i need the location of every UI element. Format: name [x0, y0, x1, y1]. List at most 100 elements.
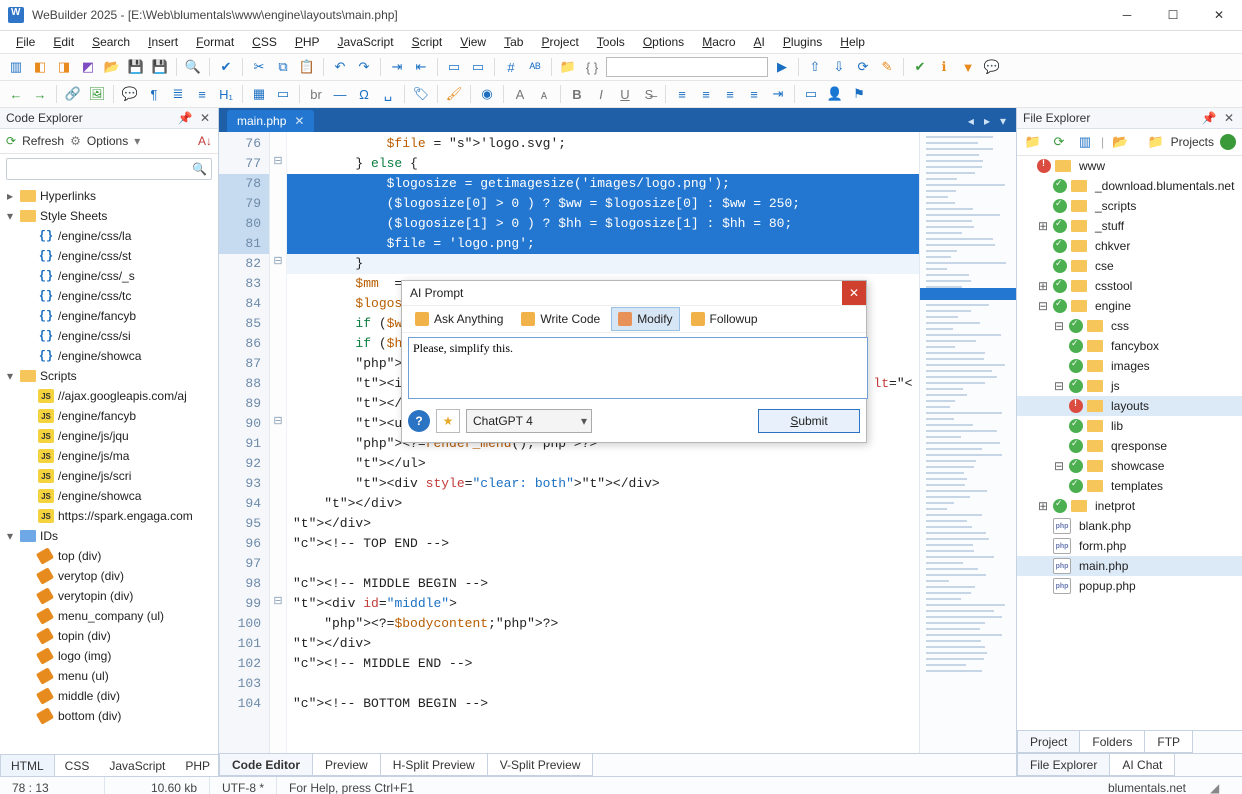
lang-tab-html[interactable]: HTML	[0, 755, 55, 777]
tree-item[interactable]: {}/engine/css/_s	[0, 266, 218, 286]
file-tree-item[interactable]: _download.blumentals.net	[1017, 176, 1242, 196]
gear-icon[interactable]: ⚙	[70, 134, 81, 148]
editor-tab-h-split-preview[interactable]: H-Split Preview	[380, 754, 488, 776]
font-small-icon[interactable]: ᴀ	[534, 84, 554, 104]
form-icon[interactable]: ▭	[273, 84, 293, 104]
pin-icon[interactable]: 📌	[178, 111, 192, 125]
tree-item[interactable]: JShttps://spark.engaga.com	[0, 506, 218, 526]
tree-group[interactable]: ▾Scripts	[0, 366, 218, 386]
editor-tab-v-split-preview[interactable]: V-Split Preview	[487, 754, 594, 776]
menu-script[interactable]: Script	[404, 33, 451, 51]
followup-button[interactable]: Followup	[684, 307, 765, 331]
abc-icon[interactable]: ᴬᴮ	[525, 57, 545, 77]
image-icon[interactable]: 🖼	[87, 84, 107, 104]
save-all-icon[interactable]: 💾	[150, 57, 170, 77]
folder-icon[interactable]: 📁	[558, 57, 578, 77]
refresh-tree-icon[interactable]: ⟳	[1049, 132, 1069, 152]
tree-item[interactable]: {}/engine/css/st	[0, 246, 218, 266]
quick-search-input[interactable]	[606, 57, 768, 77]
file-tree-item[interactable]: fancybox	[1017, 336, 1242, 356]
filter-icon[interactable]: ▼	[958, 57, 978, 77]
upload-icon[interactable]: ⇧	[805, 57, 825, 77]
arrow-right-icon[interactable]: →	[30, 84, 50, 104]
file-tree-item[interactable]: phpform.php	[1017, 536, 1242, 556]
menu-php[interactable]: PHP	[287, 33, 328, 51]
comment-icon[interactable]: 💬	[120, 84, 140, 104]
color-wheel-icon[interactable]: ◉	[477, 84, 497, 104]
menu-plugins[interactable]: Plugins	[775, 33, 830, 51]
tag-icon[interactable]: 🏷	[411, 84, 431, 104]
file-tree-item[interactable]: ⊟js	[1017, 376, 1242, 396]
minimap[interactable]	[919, 132, 1016, 753]
tree-item[interactable]: verytopin (div)	[0, 586, 218, 606]
ai-prompt-input[interactable]	[408, 337, 868, 399]
flag-icon[interactable]: ⚑	[849, 84, 869, 104]
braces-icon[interactable]: { }	[582, 57, 602, 77]
menu-view[interactable]: View	[452, 33, 494, 51]
tree-item[interactable]: topin (div)	[0, 626, 218, 646]
menu-ai[interactable]: AI	[746, 33, 773, 51]
file-tree-item[interactable]: ⊟engine	[1017, 296, 1242, 316]
open-folder-icon[interactable]: 📂	[1110, 132, 1130, 152]
minimize-button[interactable]: ─	[1104, 0, 1150, 30]
italic-icon[interactable]: I	[591, 84, 611, 104]
menu-format[interactable]: Format	[188, 33, 242, 51]
file-tree-item[interactable]: qresponse	[1017, 436, 1242, 456]
file-tree-item[interactable]: chkver	[1017, 236, 1242, 256]
file-tree-item[interactable]: www	[1017, 156, 1242, 176]
paragraph-icon[interactable]: ¶	[144, 84, 164, 104]
tree-item[interactable]: JS/engine/showca	[0, 486, 218, 506]
file-tree-item[interactable]: phppopup.php	[1017, 576, 1242, 596]
layout-icon[interactable]: ▥	[1075, 132, 1095, 152]
spellcheck-icon[interactable]: ✔	[216, 57, 236, 77]
submit-button[interactable]: Submit	[758, 409, 860, 433]
sync-icon[interactable]: ⟳	[853, 57, 873, 77]
tree-item[interactable]: JS//ajax.googleapis.com/aj	[0, 386, 218, 406]
file-tree-item[interactable]: _scripts	[1017, 196, 1242, 216]
ask-anything-button[interactable]: Ask Anything	[408, 307, 510, 331]
tree-item[interactable]: JS/engine/js/ma	[0, 446, 218, 466]
chat-icon[interactable]: 💬	[982, 57, 1002, 77]
help-button[interactable]: ?	[408, 410, 430, 432]
br-icon[interactable]: br	[306, 84, 326, 104]
new-php-icon[interactable]: ◩	[78, 57, 98, 77]
favorite-button[interactable]: ★	[436, 409, 460, 433]
lang-tab-css[interactable]: CSS	[55, 755, 100, 776]
heading-icon[interactable]: H₁	[216, 84, 236, 104]
options-label[interactable]: Options	[87, 134, 128, 148]
id-icon[interactable]: ▭	[801, 84, 821, 104]
copy-icon[interactable]: ⧉	[273, 57, 293, 77]
download-icon[interactable]: ⇩	[829, 57, 849, 77]
code-explorer-search[interactable]: 🔍	[6, 158, 212, 180]
tab-menu-icon[interactable]: ▾	[1000, 114, 1006, 128]
align-left-icon[interactable]: ≡	[672, 84, 692, 104]
new-folder-icon[interactable]: 📁	[1023, 132, 1043, 152]
tree-item[interactable]: {}/engine/css/si	[0, 326, 218, 346]
indent-icon[interactable]: ⇥	[387, 57, 407, 77]
file-tree-item[interactable]: cse	[1017, 256, 1242, 276]
new-file-icon[interactable]: ▥	[6, 57, 26, 77]
underline-icon[interactable]: U	[615, 84, 635, 104]
close-button[interactable]: ✕	[1196, 0, 1242, 30]
right-tab-folders[interactable]: Folders	[1079, 731, 1145, 753]
menu-project[interactable]: Project	[533, 33, 586, 51]
modify-button[interactable]: Modify	[611, 307, 679, 331]
status-resize-grip[interactable]: ◢	[1198, 777, 1242, 794]
refresh-icon[interactable]: ⟳	[6, 134, 16, 148]
lang-tab-php[interactable]: PHP	[175, 755, 220, 776]
menu-options[interactable]: Options	[635, 33, 692, 51]
file-tree-item[interactable]: ⊞inetprot	[1017, 496, 1242, 516]
table-icon[interactable]: ▦	[249, 84, 269, 104]
file-explorer-tree[interactable]: www_download.blumentals.net_scripts⊞_stu…	[1017, 156, 1242, 730]
cut-icon[interactable]: ✂	[249, 57, 269, 77]
tree-item[interactable]: bottom (div)	[0, 706, 218, 726]
browser-icon[interactable]: ▭	[468, 57, 488, 77]
font-big-icon[interactable]: A	[510, 84, 530, 104]
list-ol-icon[interactable]: ≡	[192, 84, 212, 104]
preview-icon[interactable]: ▭	[444, 57, 464, 77]
right-tab-ftp[interactable]: FTP	[1144, 731, 1193, 753]
tree-item[interactable]: {}/engine/showca	[0, 346, 218, 366]
tree-item[interactable]: {}/engine/css/la	[0, 226, 218, 246]
redo-icon[interactable]: ↷	[354, 57, 374, 77]
align-justify-icon[interactable]: ≡	[744, 84, 764, 104]
